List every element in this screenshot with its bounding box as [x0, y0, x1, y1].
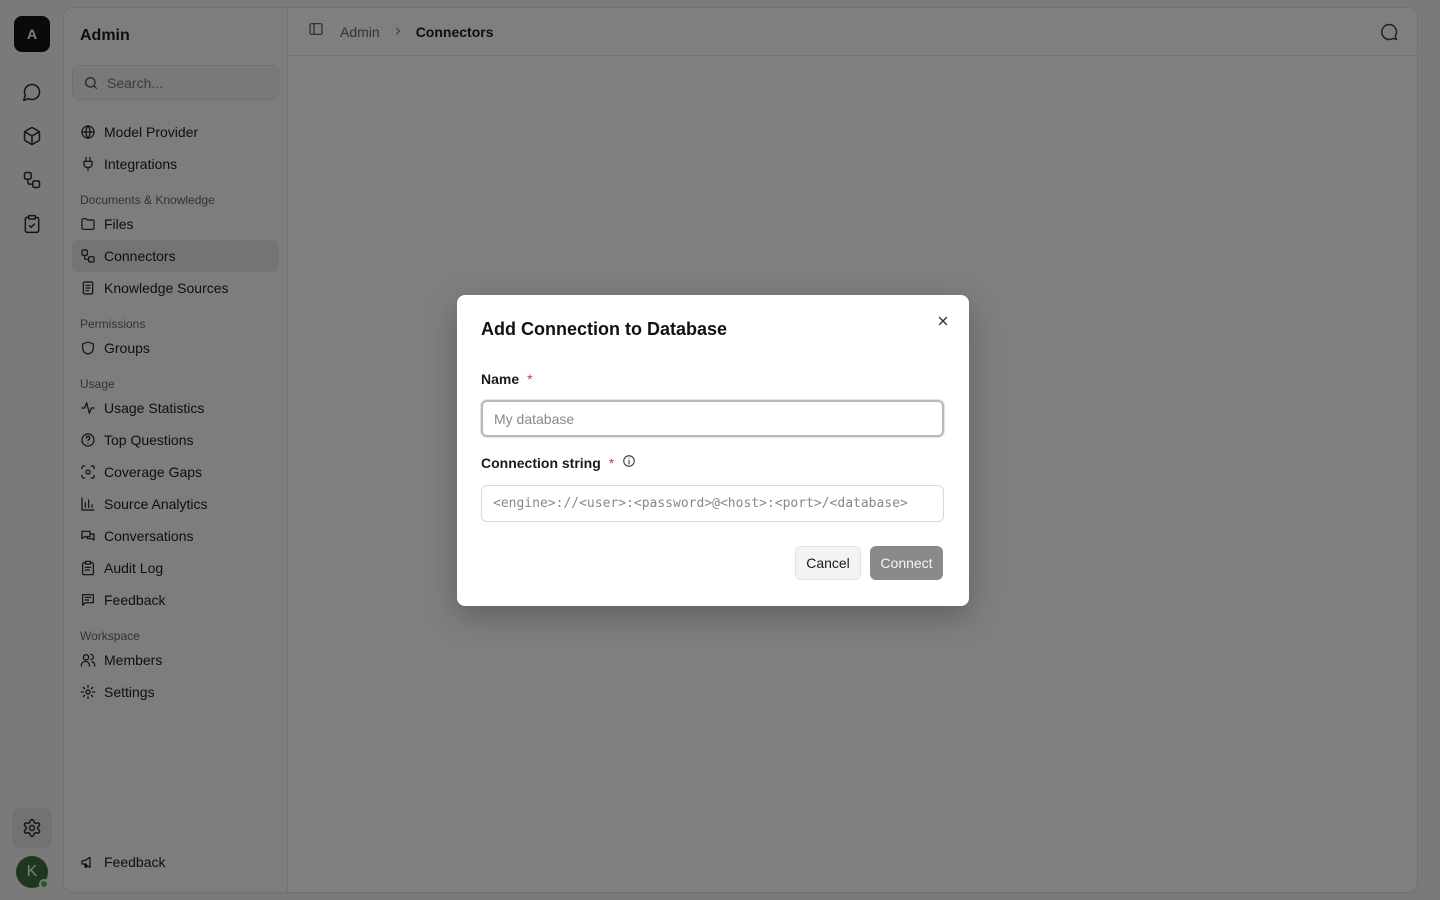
name-field-label: Name * — [481, 371, 533, 387]
info-icon[interactable] — [622, 454, 636, 471]
dialog-title: Add Connection to Database — [481, 319, 728, 339]
name-input[interactable] — [481, 400, 944, 437]
add-database-connection-dialog: Add Connection to Database Name * Connec… — [457, 295, 969, 606]
name-label-text: Name — [481, 371, 520, 387]
close-icon — [938, 316, 948, 326]
required-indicator: * — [608, 454, 615, 471]
cancel-button[interactable]: Cancel — [795, 546, 861, 580]
required-indicator: * — [527, 371, 533, 387]
close-dialog-button[interactable] — [933, 311, 953, 331]
connect-button[interactable]: Connect — [870, 546, 943, 580]
connection-string-input[interactable] — [481, 485, 944, 522]
connection-string-label-text: Connection string — [481, 454, 601, 471]
connection-string-field-label: Connection string * — [481, 454, 636, 471]
